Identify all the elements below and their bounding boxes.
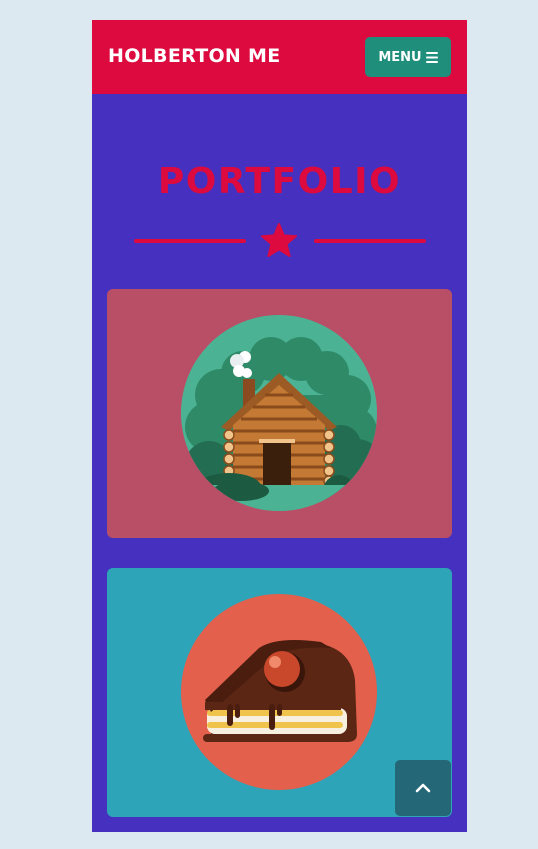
scroll-top-button[interactable] — [395, 760, 451, 816]
menu-button[interactable]: MENU — [365, 37, 451, 77]
star-icon — [261, 223, 297, 257]
menu-button-label: MENU — [378, 49, 422, 65]
divider-line-right — [314, 239, 426, 243]
cake-image — [181, 594, 377, 790]
cabin-image — [181, 315, 377, 511]
bars-icon — [425, 51, 438, 63]
navbar: HOLBERTON ME MENU — [92, 20, 467, 94]
section-title: PORTFOLIO — [157, 161, 402, 202]
navbar-brand[interactable]: HOLBERTON ME — [108, 45, 281, 67]
chevron-up-icon — [415, 783, 431, 793]
divider-line-left — [134, 239, 246, 243]
portfolio-item-cabin[interactable] — [107, 289, 452, 538]
page-container: HOLBERTON ME MENU PORTFOLIO — [92, 20, 467, 832]
